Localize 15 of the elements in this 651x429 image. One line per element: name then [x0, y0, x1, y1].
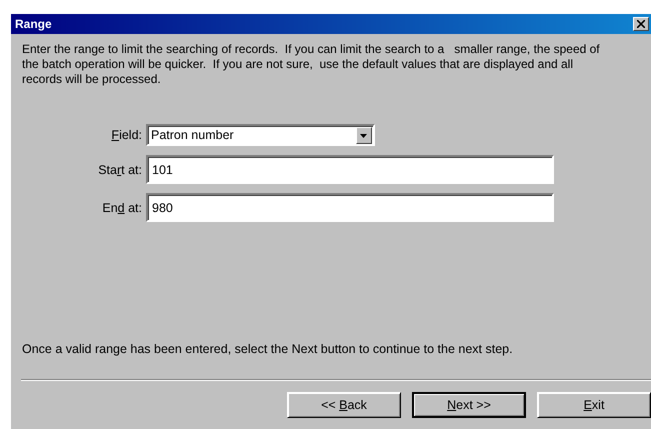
close-icon: [637, 20, 645, 28]
field-label: Start at:: [97, 162, 142, 176]
close-button[interactable]: [633, 17, 649, 31]
dialog-button[interactable]: << Back: [287, 392, 401, 418]
field-label: End at:: [101, 200, 142, 214]
window-title: Range: [15, 17, 52, 31]
input-field[interactable]: 101: [146, 155, 554, 184]
field-dropdown[interactable]: Patron number: [146, 124, 375, 146]
instructions-text: Enter the range to limit the searching of records. If you can limit the search to a smaller range, the speed of the batch operation will be quicker. If you are not sure, use the default values that are displayed and all records will be processed.: [22, 42, 601, 87]
dropdown-value: Patron number: [151, 128, 234, 142]
input-field[interactable]: 980: [146, 193, 554, 222]
dialog-button[interactable]: Next >>: [412, 392, 526, 418]
dialog-button[interactable]: Exit: [537, 392, 651, 418]
field-label: Field:: [110, 128, 142, 142]
hint-text: Once a valid range has been entered, select the Next button to continue to the next step.: [22, 342, 514, 358]
